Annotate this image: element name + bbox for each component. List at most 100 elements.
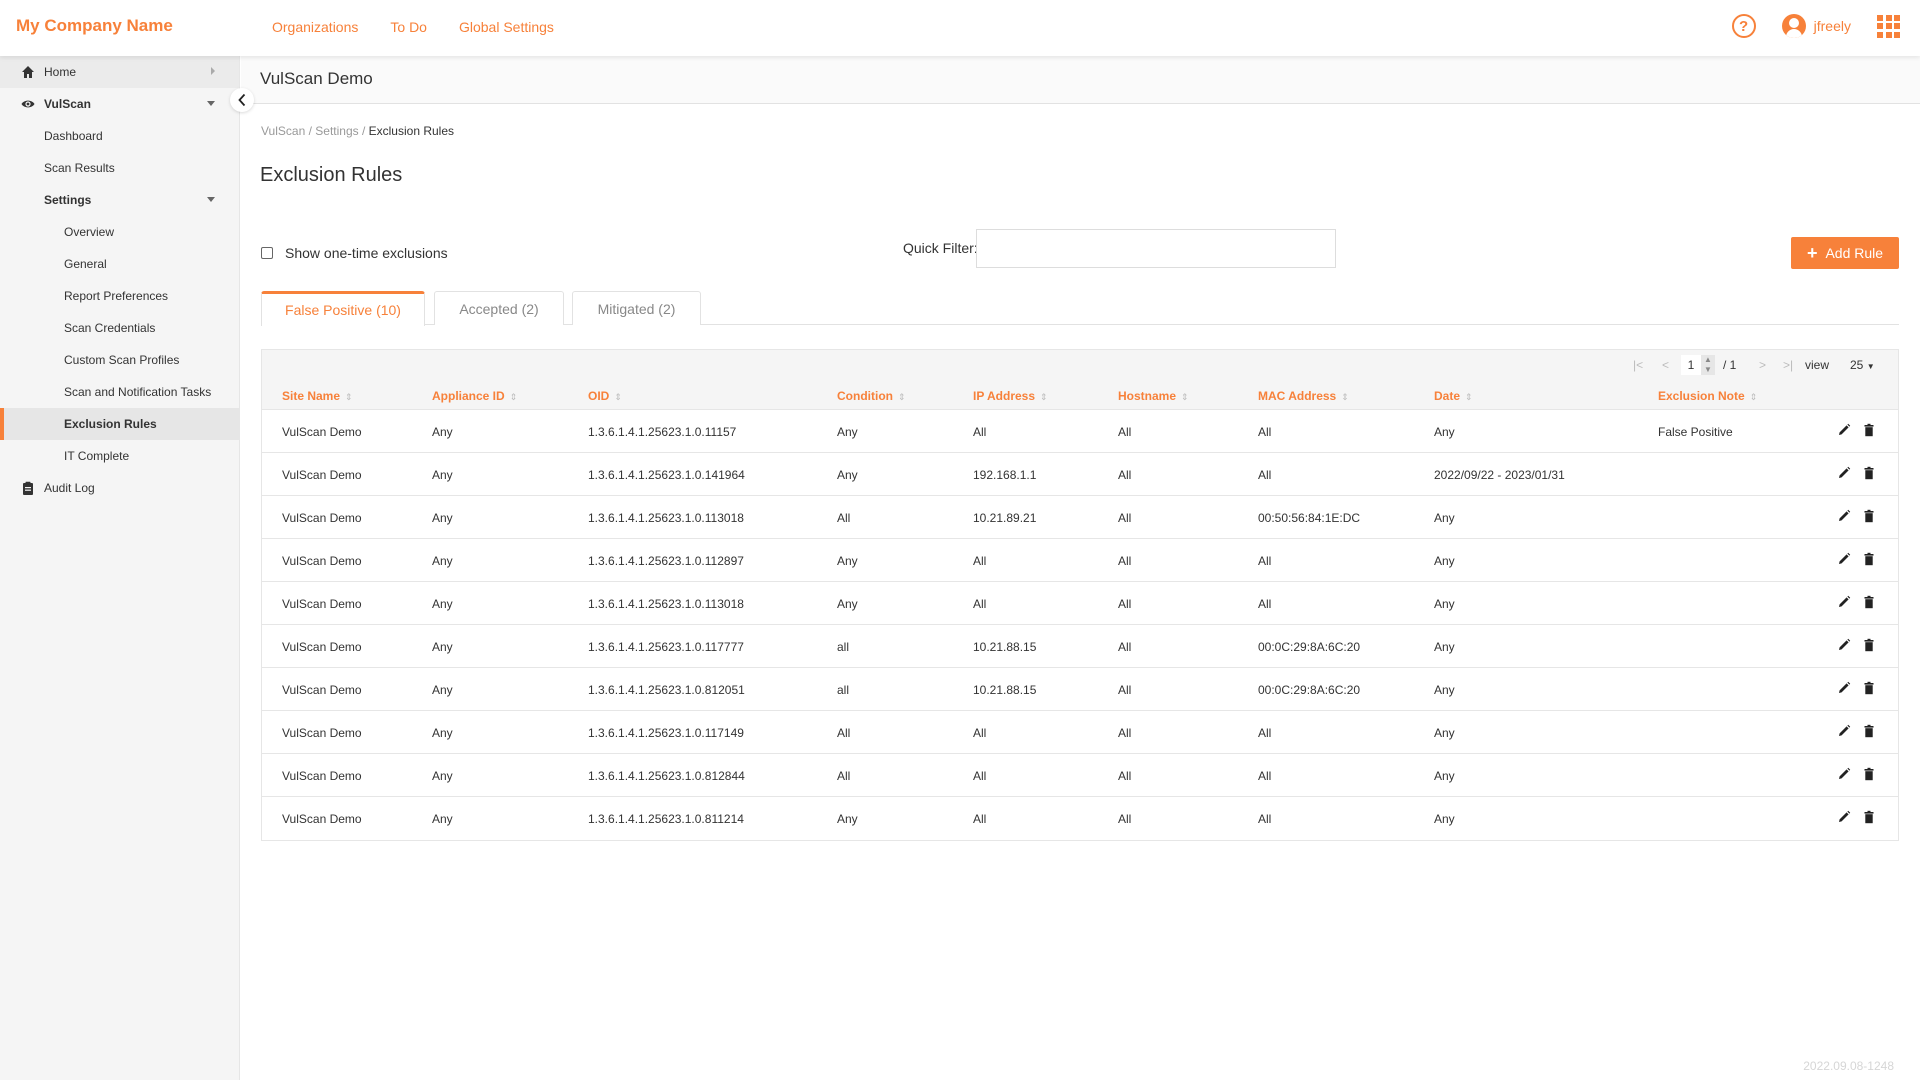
sidebar-item-label: Home — [44, 65, 77, 79]
table-row[interactable]: VulScan Demo Any 1.3.6.1.4.1.25623.1.0.112… — [262, 539, 1898, 582]
breadcrumb-settings[interactable]: Settings — [315, 124, 358, 138]
delete-icon[interactable] — [1862, 810, 1876, 824]
delete-icon[interactable] — [1862, 552, 1876, 566]
nav-organizations[interactable]: Organizations — [272, 19, 358, 35]
show-one-time-exclusions-toggle[interactable]: Show one-time exclusions — [261, 245, 448, 261]
edit-icon[interactable] — [1837, 552, 1851, 566]
edit-icon[interactable] — [1837, 638, 1851, 652]
brand-name[interactable]: My Company Name — [16, 16, 173, 36]
breadcrumb-vulscan[interactable]: VulScan — [261, 124, 305, 138]
cell-hostname: All — [1118, 726, 1132, 740]
sort-icon[interactable]: ⇕ — [345, 392, 353, 402]
first-page-icon[interactable]: |< — [1633, 358, 1643, 372]
tab-mitigated[interactable]: Mitigated (2) — [572, 291, 701, 325]
edit-icon[interactable] — [1837, 681, 1851, 695]
column-header-date[interactable]: Date ⇕ — [1434, 389, 1473, 403]
delete-icon[interactable] — [1862, 423, 1876, 437]
column-header-site-name[interactable]: Site Name ⇕ — [282, 389, 353, 403]
table-row[interactable]: VulScan Demo Any 1.3.6.1.4.1.25623.1.0.111… — [262, 410, 1898, 453]
exclusion-rules-table: |< < 1 ▲ ▼ / 1 > >| view 25 ▼ Site Name ⇕ A… — [261, 349, 1899, 841]
edit-icon[interactable] — [1837, 810, 1851, 824]
column-header-ip-address[interactable]: IP Address ⇕ — [973, 389, 1048, 403]
cell-oid: 1.3.6.1.4.1.25623.1.0.117149 — [588, 726, 744, 740]
delete-icon[interactable] — [1862, 595, 1876, 609]
quick-filter-input[interactable] — [976, 229, 1336, 268]
cell-condition: All — [837, 769, 851, 783]
apps-grid-icon[interactable] — [1877, 14, 1900, 38]
column-header-exclusion-note[interactable]: Exclusion Note ⇕ — [1658, 389, 1757, 403]
show-one-time-checkbox[interactable] — [261, 247, 273, 259]
edit-icon[interactable] — [1837, 423, 1851, 437]
table-row[interactable]: VulScan Demo Any 1.3.6.1.4.1.25623.1.0.812… — [262, 754, 1898, 797]
cell-appliance-id: Any — [432, 468, 453, 482]
sidebar-item-vulscan[interactable]: VulScan — [0, 88, 239, 120]
column-header-hostname[interactable]: Hostname ⇕ — [1118, 389, 1189, 403]
delete-icon[interactable] — [1862, 681, 1876, 695]
sort-icon[interactable]: ⇕ — [1750, 392, 1758, 402]
add-rule-button[interactable]: + Add Rule — [1791, 237, 1899, 269]
sidebar-item-exclusion-rules[interactable]: Exclusion Rules — [0, 408, 239, 440]
page-spinner-icon[interactable]: ▲ ▼ — [1701, 355, 1715, 375]
cell-appliance-id: Any — [432, 726, 453, 740]
delete-icon[interactable] — [1862, 724, 1876, 738]
plus-icon: + — [1806, 242, 1818, 263]
sidebar-item-dashboard[interactable]: Dashboard — [0, 120, 239, 152]
sort-icon[interactable]: ⇕ — [1181, 392, 1189, 402]
last-page-icon[interactable]: >| — [1783, 358, 1793, 372]
prev-page-icon[interactable]: < — [1662, 358, 1669, 372]
sort-icon[interactable]: ⇕ — [1341, 392, 1349, 402]
edit-icon[interactable] — [1837, 767, 1851, 781]
sidebar-item-custom-scan-profiles[interactable]: Custom Scan Profiles — [0, 344, 239, 376]
sort-icon[interactable]: ⇕ — [510, 392, 518, 402]
delete-icon[interactable] — [1862, 466, 1876, 480]
sort-icon[interactable]: ⇕ — [1040, 392, 1048, 402]
sidebar-item-audit-log[interactable]: Audit Log — [0, 472, 239, 504]
column-header-appliance-id[interactable]: Appliance ID ⇕ — [432, 389, 517, 403]
nav-to-do[interactable]: To Do — [390, 19, 427, 35]
next-page-icon[interactable]: > — [1759, 358, 1766, 372]
page-number-input[interactable]: 1 — [1681, 355, 1701, 375]
sort-icon[interactable]: ⇕ — [898, 392, 906, 402]
sidebar-item-scan-results[interactable]: Scan Results — [0, 152, 239, 184]
sort-icon[interactable]: ⇕ — [1465, 392, 1473, 402]
table-row[interactable]: VulScan Demo Any 1.3.6.1.4.1.25623.1.0.113… — [262, 582, 1898, 625]
sidebar-item-it-complete[interactable]: IT Complete — [0, 440, 239, 472]
cell-mac-address: 00:50:56:84:1E:DC — [1258, 511, 1361, 525]
sidebar-item-scan-notification-tasks[interactable]: Scan and Notification Tasks — [0, 376, 239, 408]
sidebar-item-general[interactable]: General — [0, 248, 239, 280]
sidebar-item-home[interactable]: Home — [0, 56, 239, 88]
edit-icon[interactable] — [1837, 509, 1851, 523]
table-row[interactable]: VulScan Demo Any 1.3.6.1.4.1.25623.1.0.117… — [262, 711, 1898, 754]
delete-icon[interactable] — [1862, 767, 1876, 781]
sort-icon[interactable]: ⇕ — [614, 392, 622, 402]
edit-icon[interactable] — [1837, 724, 1851, 738]
cell-date: Any — [1434, 726, 1455, 740]
sidebar-item-report-preferences[interactable]: Report Preferences — [0, 280, 239, 312]
sidebar-item-overview[interactable]: Overview — [0, 216, 239, 248]
page-size-select[interactable]: 25 ▼ — [1850, 358, 1875, 372]
nav-global-settings[interactable]: Global Settings — [459, 19, 554, 35]
table-row[interactable]: VulScan Demo Any 1.3.6.1.4.1.25623.1.0.117… — [262, 625, 1898, 668]
edit-icon[interactable] — [1837, 595, 1851, 609]
sidebar-collapse-button[interactable] — [230, 88, 254, 112]
delete-icon[interactable] — [1862, 638, 1876, 652]
column-header-mac-address[interactable]: MAC Address ⇕ — [1258, 389, 1349, 403]
tab-accepted[interactable]: Accepted (2) — [434, 291, 564, 325]
page-number-stepper[interactable]: 1 ▲ ▼ — [1681, 355, 1715, 375]
table-row[interactable]: VulScan Demo Any 1.3.6.1.4.1.25623.1.0.141… — [262, 453, 1898, 496]
username[interactable]: jfreely — [1814, 18, 1851, 34]
account-circle-icon[interactable] — [1781, 14, 1806, 38]
table-row[interactable]: VulScan Demo Any 1.3.6.1.4.1.25623.1.0.811… — [262, 797, 1898, 840]
page-header-title: VulScan Demo — [260, 69, 373, 88]
sidebar-item-settings[interactable]: Settings — [0, 184, 239, 216]
help-icon[interactable]: ? — [1731, 14, 1756, 38]
sidebar-item-scan-credentials[interactable]: Scan Credentials — [0, 312, 239, 344]
delete-icon[interactable] — [1862, 509, 1876, 523]
tab-false-positive[interactable]: False Positive (10) — [261, 291, 425, 326]
column-header-condition[interactable]: Condition ⇕ — [837, 389, 906, 403]
edit-icon[interactable] — [1837, 466, 1851, 480]
table-row[interactable]: VulScan Demo Any 1.3.6.1.4.1.25623.1.0.113… — [262, 496, 1898, 539]
column-header-oid[interactable]: OID ⇕ — [588, 389, 622, 403]
cell-site-name: VulScan Demo — [282, 769, 362, 783]
table-row[interactable]: VulScan Demo Any 1.3.6.1.4.1.25623.1.0.812… — [262, 668, 1898, 711]
